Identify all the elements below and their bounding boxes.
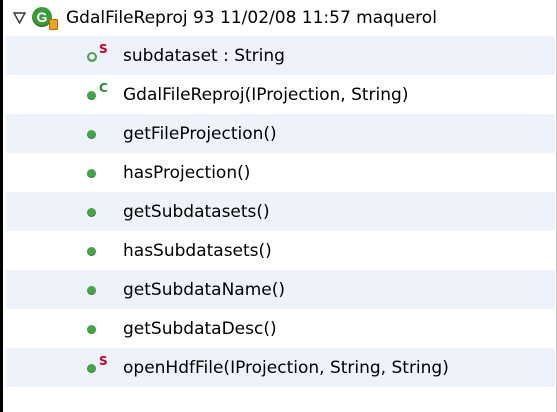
class-node-label: GdalFileReproj 93 11/02/08 11:57 maquero…	[66, 8, 437, 28]
member-label: hasSubdatasets()	[123, 240, 272, 261]
tree-node-method-getSubdataDesc[interactable]: getSubdataDesc()	[6, 309, 555, 348]
member-label: GdalFileReproj(IProjection, String)	[123, 84, 409, 105]
method-public-icon	[87, 241, 117, 261]
method-public-icon	[87, 124, 117, 144]
tree-node-method-hasProjection[interactable]: hasProjection()	[6, 153, 555, 192]
tree-node-constructor[interactable]: C GdalFileReproj(IProjection, String)	[6, 75, 555, 114]
member-label: getFileProjection()	[123, 123, 277, 144]
class-icon: G	[32, 6, 58, 30]
member-label: subdataset : String	[123, 45, 285, 66]
outline-panel: G GdalFileReproj 93 11/02/08 11:57 maque…	[0, 0, 557, 412]
tree-node-method-getFileProjection[interactable]: getFileProjection()	[6, 114, 555, 153]
method-public-icon	[87, 202, 117, 222]
member-label: getSubdatasets()	[123, 201, 270, 222]
method-public-icon	[87, 163, 117, 183]
method-public-icon: C	[87, 81, 117, 105]
method-public-icon: S	[87, 354, 117, 378]
outline-tree: G GdalFileReproj 93 11/02/08 11:57 maque…	[6, 0, 555, 387]
member-label: getSubdataDesc()	[123, 318, 277, 339]
field-private-icon: S	[87, 42, 117, 66]
member-label: hasProjection()	[123, 162, 251, 183]
package-badge-icon	[49, 19, 58, 30]
tree-node-class[interactable]: G GdalFileReproj 93 11/02/08 11:57 maque…	[6, 0, 555, 36]
method-public-icon	[87, 319, 117, 339]
tree-node-method-hasSubdatasets[interactable]: hasSubdatasets()	[6, 231, 555, 270]
tree-node-method-getSubdatasets[interactable]: getSubdatasets()	[6, 192, 555, 231]
tree-node-field-subdataset[interactable]: S subdataset : String	[6, 36, 555, 75]
tree-node-method-getSubdataName[interactable]: getSubdataName()	[6, 270, 555, 309]
tree-node-method-openHdfFile[interactable]: S openHdfFile(IProjection, String, Strin…	[6, 348, 555, 387]
member-label: openHdfFile(IProjection, String, String)	[123, 357, 449, 378]
method-public-icon	[87, 280, 117, 300]
expand-triangle-icon[interactable]	[12, 11, 26, 25]
member-label: getSubdataName()	[123, 279, 285, 300]
